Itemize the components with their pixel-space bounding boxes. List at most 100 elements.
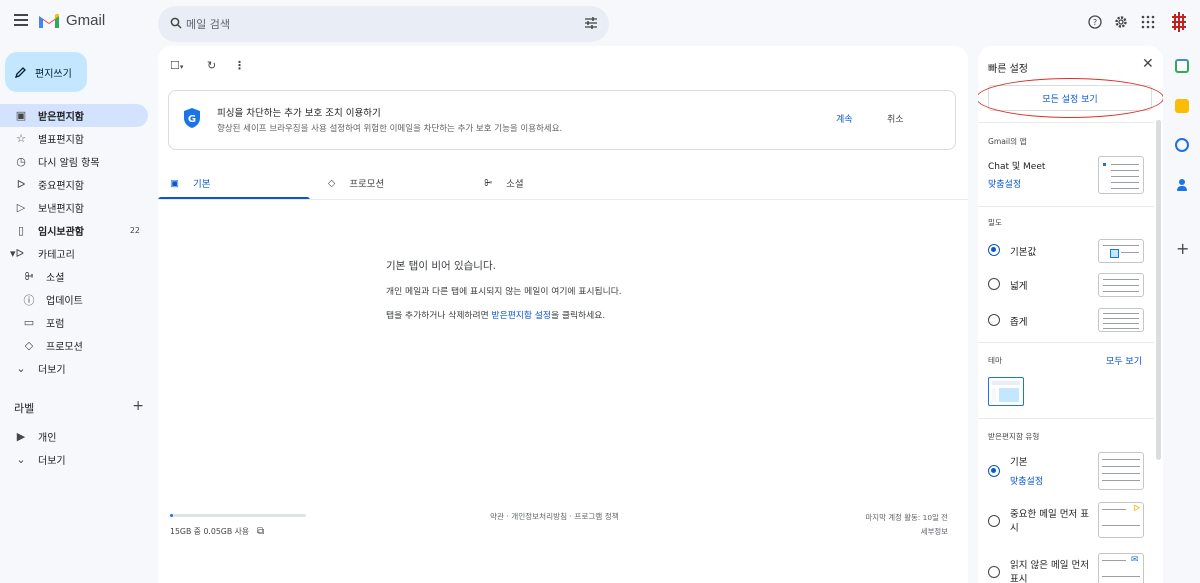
important-marker-icon: ᐅ: [1133, 504, 1140, 514]
quick-settings-scrollbar[interactable]: [1156, 120, 1161, 460]
empty-state-title: 기본 탭이 비어 있습니다.: [386, 260, 496, 272]
sidebar-item-label: 프로모션: [46, 342, 83, 353]
help-icon[interactable]: ?: [1088, 15, 1102, 29]
theme-see-all-link[interactable]: 모두 보기: [1106, 354, 1142, 367]
sidebar-item-categories[interactable]: ▾ᐅ 카테고리: [0, 242, 148, 265]
quick-settings-panel: 빠른 설정 ✕ 모든 설정 보기 Gmail의 앱 Chat 및 Meet 맞춤…: [978, 46, 1163, 583]
account-avatar-icon[interactable]: [1168, 11, 1190, 33]
pencil-icon: [15, 67, 26, 78]
inbox-type-default-radio[interactable]: [988, 465, 1000, 477]
tab-label: 프로모션: [349, 179, 385, 190]
inbox-type-default-thumbnail: [1098, 452, 1144, 490]
svg-text:G: G: [188, 114, 196, 125]
select-checkbox-icon[interactable]: ☐▾: [170, 59, 183, 72]
sidebar-item-drafts[interactable]: ▯ 임시보관함 22: [0, 219, 148, 242]
apps-customize-link[interactable]: 맞춤설정: [988, 177, 1021, 190]
inbox-type-important-first-radio[interactable]: [988, 515, 1000, 527]
inbox-type-label: 기본: [1010, 457, 1028, 468]
density-option-label: 좁게: [1010, 317, 1028, 328]
inbox-type-label: 중요한 메일 먼저 표시: [1010, 509, 1089, 534]
sidebar-item-label: 별표편지함: [38, 135, 84, 146]
close-icon[interactable]: ✕: [1142, 56, 1154, 72]
tasks-icon[interactable]: [1175, 138, 1189, 152]
gear-icon[interactable]: [1114, 15, 1128, 29]
gmail-logo[interactable]: Gmail: [38, 12, 105, 29]
compose-label: 편지쓰기: [35, 68, 72, 80]
search-icon[interactable]: [170, 17, 182, 29]
tab-promotions[interactable]: ◇ 프로모션: [328, 166, 384, 200]
sidebar-item-social[interactable]: ꔻ 소셜: [0, 265, 148, 288]
labels-title: 라벨: [14, 402, 35, 415]
density-compact-thumbnail: [1098, 308, 1144, 332]
storage-usage-fill: [170, 514, 173, 517]
gmail-m-icon: [39, 13, 59, 28]
search-input[interactable]: [186, 6, 566, 42]
sidebar-item-snoozed[interactable]: ◷ 다시 알림 항목: [0, 150, 148, 173]
inbox-icon: ▣: [170, 177, 179, 189]
storage-info: 15GB 중 0.05GB 사용 ⧉: [170, 526, 264, 537]
search-bar[interactable]: [158, 6, 609, 42]
chevron-down-icon: ⌄: [16, 362, 26, 375]
theme-section-title: 테마: [988, 356, 1002, 365]
tab-social[interactable]: ꔻ 소셜: [484, 166, 524, 200]
sidebar-label-personal[interactable]: ▶ 개인: [0, 425, 148, 448]
sidebar-label-more[interactable]: ⌄ 더보기: [0, 448, 148, 471]
sidebar-item-forums[interactable]: ▭ 포럼: [0, 311, 148, 334]
sidebar-item-label: 더보기: [38, 365, 66, 376]
refresh-icon[interactable]: ↻: [207, 59, 216, 72]
sidebar-item-promotions[interactable]: ◇ 프로모션: [0, 334, 148, 357]
sidebar-item-starred[interactable]: ☆ 별표편지함: [0, 127, 148, 150]
add-label-icon[interactable]: +: [132, 399, 144, 416]
tab-label: 기본: [192, 179, 211, 190]
sidebar-item-inbox[interactable]: ▣ 받은편지함: [0, 104, 148, 127]
search-options-icon[interactable]: [584, 17, 598, 29]
divider: [978, 418, 1154, 419]
density-comfortable-radio[interactable]: [988, 278, 1000, 290]
sidebar-item-updates[interactable]: ⓘ 업데이트: [0, 288, 148, 311]
add-addon-icon[interactable]: +: [1176, 241, 1189, 257]
details-link[interactable]: 세부정보: [838, 525, 948, 539]
contacts-icon[interactable]: [1175, 178, 1189, 192]
sidebar-item-label: 더보기: [38, 456, 66, 467]
notice-cancel-button[interactable]: 취소: [887, 112, 904, 125]
density-default-radio[interactable]: [988, 244, 1000, 256]
density-option-label: 기본값: [1010, 247, 1037, 258]
tag-icon: ◇: [24, 339, 34, 352]
apps-section-title: Gmail의 앱: [988, 137, 1027, 146]
sidebar-item-label: 보낸편지함: [38, 204, 84, 215]
people-icon: ꔻ: [24, 269, 34, 283]
compose-button[interactable]: 편지쓰기: [5, 52, 87, 92]
theme-thumbnail[interactable]: [988, 377, 1024, 406]
notice-continue-button[interactable]: 계속: [836, 112, 853, 125]
sidebar-item-more[interactable]: ⌄ 더보기: [0, 357, 148, 380]
sidebar-item-label: 업데이트: [46, 296, 83, 307]
footer-links[interactable]: 약관 · 개인정보처리방침 · 프로그램 정책: [490, 511, 619, 522]
important-icon: ᐅ: [16, 178, 26, 191]
calendar-icon[interactable]: [1175, 59, 1189, 73]
inbox-type-section-title: 받은편지함 유형: [988, 432, 1040, 441]
sidebar-item-important[interactable]: ᐅ 중요편지함: [0, 173, 148, 196]
storage-usage-bar: [170, 514, 306, 517]
inbox-type-important-thumbnail: ᐅ: [1098, 502, 1144, 538]
more-vert-icon[interactable]: ⋮: [234, 59, 245, 72]
inbox-type-customize-link[interactable]: 맞춤설정: [1010, 474, 1043, 487]
inbox-type-unread-thumbnail: ✉: [1098, 553, 1144, 583]
apps-grid-icon[interactable]: [1141, 15, 1155, 29]
menu-icon[interactable]: [14, 14, 28, 26]
tabs-divider: [158, 199, 968, 200]
sidebar-item-sent[interactable]: ▷ 보낸편지함: [0, 196, 148, 219]
sidebar-item-label: 포럼: [46, 319, 65, 330]
inbox-type-unread-first-radio[interactable]: [988, 566, 1000, 578]
tag-icon: ◇: [328, 177, 336, 189]
keep-icon[interactable]: [1175, 99, 1189, 113]
external-link-icon[interactable]: ⧉: [257, 526, 264, 537]
clock-icon: ◷: [16, 155, 26, 168]
tab-label: 소셜: [506, 179, 524, 190]
inbox-settings-link[interactable]: 받은편지함 설정: [492, 311, 551, 321]
labels-header: 라벨 +: [14, 399, 144, 416]
tab-primary[interactable]: ▣ 기본: [170, 166, 210, 200]
density-compact-radio[interactable]: [988, 314, 1000, 326]
shield-icon: G: [184, 108, 200, 128]
label-icon: ▶: [16, 430, 26, 443]
sidebar-item-label: 임시보관함: [38, 227, 84, 238]
